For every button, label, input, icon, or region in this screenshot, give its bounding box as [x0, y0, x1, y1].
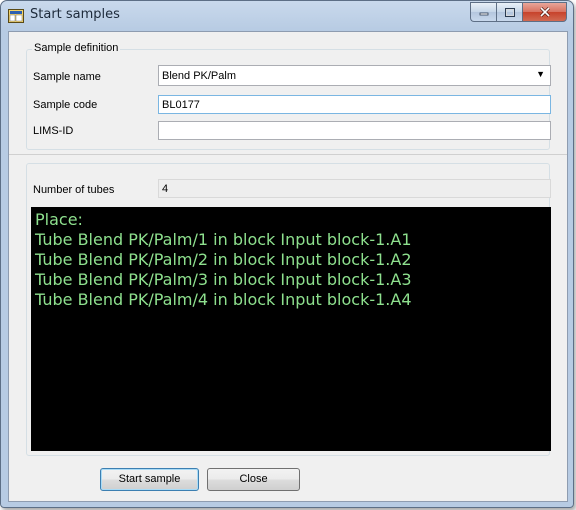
console-line: Tube Blend PK/Palm/3 in block Input bloc…	[35, 270, 412, 289]
sample-definition-legend: Sample definition	[32, 42, 121, 54]
number-of-tubes-label: Number of tubes	[33, 184, 115, 196]
sample-code-label: Sample code	[33, 99, 98, 111]
placement-console: Place: Tube Blend PK/Palm/1 in block Inp…	[31, 207, 551, 451]
app-window-icon	[8, 9, 24, 23]
console-line: Tube Blend PK/Palm/2 in block Input bloc…	[35, 250, 412, 269]
window-title: Start samples	[30, 7, 120, 22]
sample-name-label: Sample name	[33, 71, 101, 83]
lims-id-label: LIMS-ID	[33, 125, 74, 137]
sample-name-value: Blend PK/Palm	[162, 70, 236, 82]
maximize-icon	[504, 7, 515, 17]
start-sample-button[interactable]: Start sample	[100, 468, 199, 491]
minimize-icon	[479, 12, 488, 16]
section-separator	[9, 154, 567, 155]
start-samples-window: Start samples Sample definition Sample n…	[0, 0, 574, 508]
sample-code-field[interactable]: BL0177	[158, 95, 551, 114]
title-bar[interactable]: Start samples	[1, 1, 573, 31]
sample-code-value: BL0177	[162, 99, 200, 111]
lims-id-field[interactable]	[158, 121, 551, 140]
number-of-tubes-field: 4	[158, 179, 551, 198]
number-of-tubes-value: 4	[162, 183, 169, 195]
console-line: Place:	[35, 210, 83, 229]
sample-name-combobox[interactable]: Blend PK/Palm ▼	[158, 65, 551, 86]
console-line: Tube Blend PK/Palm/4 in block Input bloc…	[35, 290, 412, 309]
chevron-down-icon[interactable]: ▼	[536, 69, 545, 79]
console-line: Tube Blend PK/Palm/1 in block Input bloc…	[35, 230, 412, 249]
caption-buttons	[470, 2, 567, 22]
close-icon	[539, 7, 550, 17]
minimize-button[interactable]	[470, 2, 496, 22]
close-window-button[interactable]	[522, 2, 567, 22]
client-area: Sample definition Sample name Blend PK/P…	[8, 31, 568, 502]
maximize-button[interactable]	[496, 2, 522, 22]
close-button[interactable]: Close	[207, 468, 300, 491]
